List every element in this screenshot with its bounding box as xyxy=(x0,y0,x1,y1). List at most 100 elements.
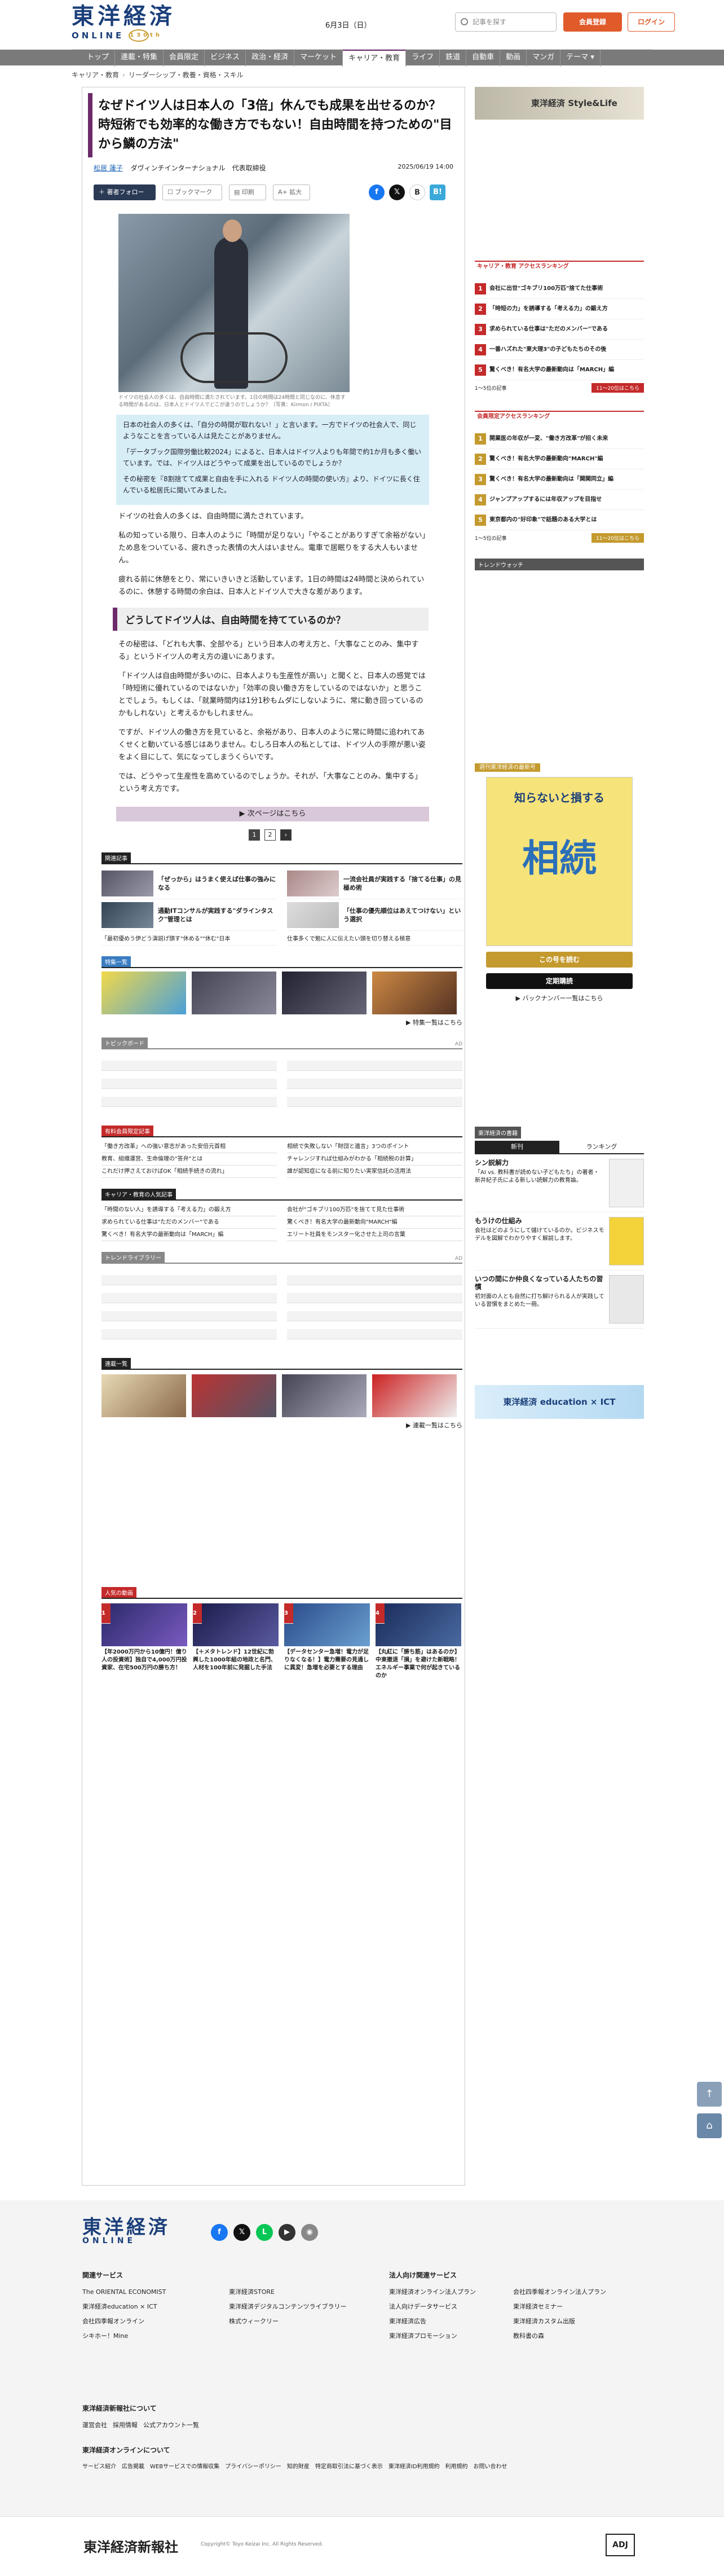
site-logo[interactable]: 東洋経済 ONLINE 130th xyxy=(72,3,196,44)
footer-line-icon[interactable]: L xyxy=(256,2224,273,2241)
footer-facebook-icon[interactable]: f xyxy=(211,2224,228,2241)
career-pop-item[interactable]: エリート社員をモンスター化させた上司の言葉 xyxy=(287,1229,462,1241)
popular-item[interactable]: 3 【データセンター急増！電力が足りなくなる！】電力需要の見通しに異変！急増を必要… xyxy=(284,1603,370,1680)
next-page-button[interactable]: ▶ 次ページはこちら xyxy=(116,807,429,821)
member-item[interactable]: 教育、組織運営、生命倫理の"答弁"とは xyxy=(101,1153,277,1166)
footer-link[interactable]: 東洋経済オンライン法人プラン xyxy=(389,2285,476,2300)
feature-item[interactable] xyxy=(282,972,367,1014)
ranking-item[interactable]: 3 驚くべき！有名大学の最新動向は「関関同立」編 xyxy=(475,469,644,490)
series-item[interactable] xyxy=(282,1374,367,1417)
nav-item-7[interactable]: ライフ xyxy=(406,50,440,67)
footer-link[interactable]: 会社四季報オンライン法人プラン xyxy=(513,2285,606,2300)
footer-link[interactable]: 東洋経済セミナー xyxy=(513,2300,606,2314)
ranking-item[interactable]: 2 「時短の力」を誘導する「考える力」の鍛え方 xyxy=(475,299,644,319)
ranking-item[interactable]: 2 驚くべき！有名大学の最新動向"MARCH"編 xyxy=(475,449,644,469)
breadcrumb-item[interactable]: リーダーシップ・教養・資格・スキル xyxy=(129,71,244,79)
career-pop-item[interactable]: 会社が"ゴキブリ100万匹"を捨てて見た仕事術 xyxy=(287,1204,462,1216)
footer-site-link[interactable]: お問い合わせ xyxy=(474,2460,507,2474)
hatena-icon[interactable]: B xyxy=(409,184,425,200)
sidebar-ad-bottom[interactable]: 東洋経済 education × ICT xyxy=(475,1385,644,1419)
popular-item[interactable]: 1 【年2000万円から10億円！億り人の投資術】独自で4,000万円投資家、在宅… xyxy=(101,1603,187,1680)
nav-item-11[interactable]: マンガ xyxy=(527,50,561,67)
ranking-item[interactable]: 4 ジャンプアップするには年収アップを目指せ xyxy=(475,490,644,510)
nav-item-10[interactable]: 動画 xyxy=(500,50,527,67)
series-more-link[interactable]: ▶ 連載一覧はこちら xyxy=(101,1421,462,1430)
feature-item[interactable] xyxy=(372,972,457,1014)
feature-item[interactable] xyxy=(192,972,276,1014)
nav-item-12[interactable]: テーマ ▾ xyxy=(560,50,601,67)
footer-link[interactable]: 東洋経済広告 xyxy=(389,2314,476,2329)
footer-link[interactable]: 法人向けデータサービス xyxy=(389,2300,476,2314)
related-item[interactable]: 「仕事の優先順位はあえてつけない」という選択 xyxy=(287,899,462,931)
read-issue-button[interactable]: この号を読む xyxy=(486,952,633,968)
related-item[interactable]: 通勤ITコンサルが実践する"ダラインタスク"管理とは xyxy=(101,899,277,931)
x-icon[interactable]: 𝕏 xyxy=(389,184,405,200)
footer-about-link[interactable]: 公式アカウント一覧 xyxy=(143,2418,199,2433)
series-item[interactable] xyxy=(372,1374,457,1417)
feature-item[interactable] xyxy=(101,972,186,1014)
career-pop-item[interactable]: 「時間のない人」を誘導する「考える力」の鍛え方 xyxy=(101,1204,277,1216)
footer-about-link[interactable]: 採用情報 xyxy=(113,2418,138,2433)
footer-logo[interactable]: 東洋経済 xyxy=(82,2212,170,2239)
tab-ranking[interactable]: ランキング xyxy=(559,1141,644,1153)
footer-link[interactable]: 東洋経済カスタム出版 xyxy=(513,2314,606,2329)
sidebar-ad-top[interactable]: 東洋経済 Style&Life xyxy=(475,87,644,120)
career-pop-item[interactable]: 驚くべき！有名大学の最新動向"MARCH"編 xyxy=(287,1216,462,1229)
footer-site-link[interactable]: 知的財産 xyxy=(287,2460,310,2474)
footer-link[interactable]: 東洋経済education × ICT xyxy=(82,2300,166,2314)
nav-item-1[interactable]: 連載・特集 xyxy=(115,50,164,67)
tab-new[interactable]: 新刊 xyxy=(475,1141,559,1153)
print-button[interactable]: ▤ 印刷 xyxy=(229,184,266,200)
book-item[interactable]: シン説解力 「AI vs. 教科書が読めない子どもたち」の著者・新井紀子氏による新… xyxy=(475,1154,644,1212)
adj-logo[interactable]: ADJ xyxy=(606,2534,635,2556)
related-plain-item[interactable]: 仕事多くで勉に人に伝えたい頭を切り替える極意 xyxy=(287,933,462,946)
backnumber-link[interactable]: ▶ バックナンバー一覧はこちら xyxy=(475,994,644,1003)
related-plain-item[interactable]: 「最初優めう伊どう演説げ頭す"休める""休む"日本 xyxy=(101,933,277,946)
ranking-more-button[interactable]: 11～20位はこちら xyxy=(591,533,644,543)
share-icon[interactable]: B! xyxy=(430,184,445,200)
corp-name[interactable]: 東洋経済新報社 xyxy=(83,2536,178,2556)
footer-link[interactable]: 東洋経済プロモーション xyxy=(389,2329,476,2344)
related-item[interactable]: 「ぜっから」はうまく使えば仕事の強みになる xyxy=(101,868,277,899)
career-pop-item[interactable]: 求められている仕事は"ただのメンバー"である xyxy=(101,1216,277,1229)
ranking-item[interactable]: 3 求められている仕事は"ただのメンバー"である xyxy=(475,319,644,340)
page-next[interactable]: › xyxy=(280,829,292,841)
member-item[interactable]: 誰が認知症になる前に知りたい実家信託の活用法 xyxy=(287,1166,462,1178)
nav-item-4[interactable]: 政治・経済 xyxy=(246,50,295,67)
nav-item-5[interactable]: マーケット xyxy=(294,50,343,67)
ranking-item[interactable]: 5 驚くべき！有名大学の最新動向は「MARCH」編 xyxy=(475,360,644,380)
ranking-more-button[interactable]: 11～20位はこちら xyxy=(591,383,644,393)
footer-site-link[interactable]: 特定商取引法に基づく表示 xyxy=(315,2460,383,2474)
footer-site-link[interactable]: 利用規約 xyxy=(445,2460,468,2474)
footer-site-link[interactable]: 東洋経済ID利用規約 xyxy=(389,2460,440,2474)
footer-link[interactable]: 株式ウィークリー xyxy=(229,2314,347,2329)
series-item[interactable] xyxy=(192,1374,276,1417)
facebook-icon[interactable]: f xyxy=(369,184,385,200)
ranking-item[interactable]: 1 会社に出世"ゴキブリ100万匹"捨てた仕事術 xyxy=(475,279,644,299)
career-pop-item[interactable]: 驚くべき！有名大学の最新動向は「MARCH」編 xyxy=(101,1229,277,1241)
footer-site-link[interactable]: WEBサービスでの情報収集 xyxy=(150,2460,219,2474)
login-button[interactable]: ログイン xyxy=(628,12,675,32)
ranking-item[interactable]: 4 一番ハズれた"東大理3"の子どもたちのその後 xyxy=(475,340,644,360)
search-input[interactable]: 記事を探す xyxy=(455,12,557,32)
bookmark-button[interactable]: ☐ ブックマーク xyxy=(162,184,222,200)
nav-item-8[interactable]: 鉄道 xyxy=(440,50,467,67)
footer-link[interactable]: The ORIENTAL ECONOMIST xyxy=(82,2285,166,2300)
register-button[interactable]: 会員登録 xyxy=(563,12,622,32)
nav-item-9[interactable]: 自動車 xyxy=(466,50,501,67)
follow-author-button[interactable]: ＋ 著者フォロー xyxy=(94,184,156,200)
member-item[interactable]: 「働き方改革」への強い意志があった安倍元首相 xyxy=(101,1141,277,1153)
footer-site-link[interactable]: 広告掲載 xyxy=(122,2460,144,2474)
footer-about-link[interactable]: 運営会社 xyxy=(82,2418,107,2433)
nav-item-2[interactable]: 会員限定 xyxy=(164,50,205,67)
nav-item-0[interactable]: トップ xyxy=(81,50,116,67)
page-2[interactable]: 2 xyxy=(264,829,276,841)
footer-link[interactable]: 東洋経済STORE xyxy=(229,2285,347,2300)
nav-item-3[interactable]: ビジネス xyxy=(205,50,246,67)
member-item[interactable]: 相続で失敗しない「財団と遺言」3つのポイント xyxy=(287,1141,462,1153)
book-item[interactable]: いつの間にか仲良くなっている人たちの習慣 初対面の人とも自然に打ち解けられる人が実… xyxy=(475,1271,644,1329)
related-item[interactable]: 一流会社員が実践する「捨てる仕事」の見極め術 xyxy=(287,868,462,899)
footer-link[interactable]: 教科書の森 xyxy=(513,2329,606,2344)
popular-item[interactable]: 4 【丸紅に「勝ち筋」はあるのか】中東撤退「損」を避けた新戦略！エネルギー事業で何… xyxy=(376,1603,461,1680)
footer-site-link[interactable]: プライバシーポリシー xyxy=(225,2460,281,2474)
